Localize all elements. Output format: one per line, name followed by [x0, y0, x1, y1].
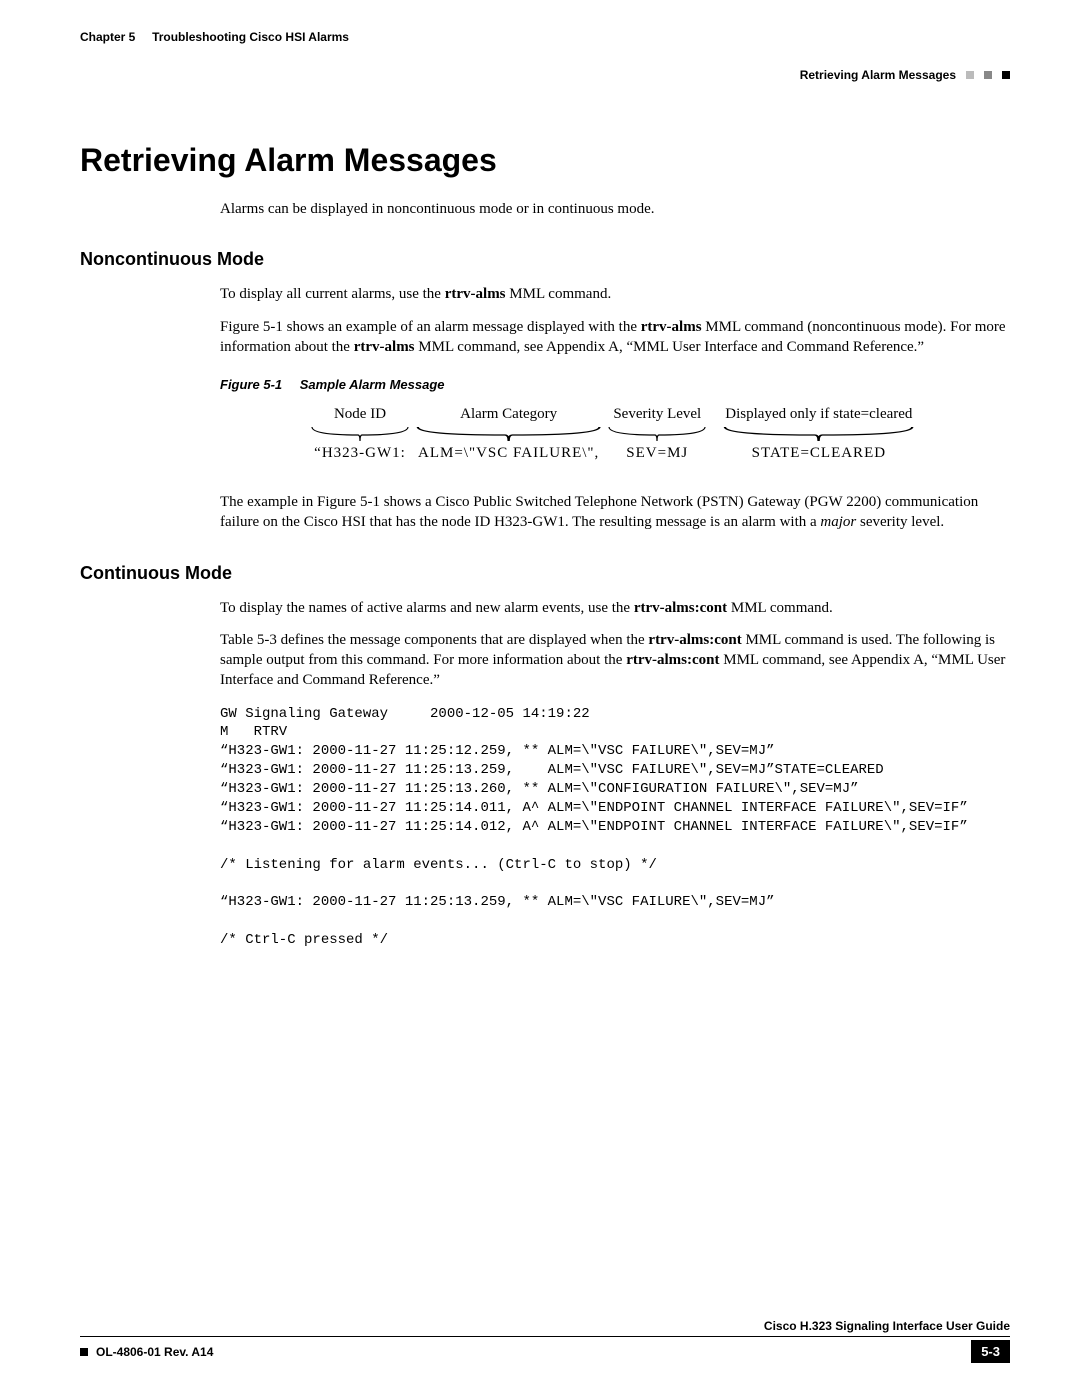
noncont-p2-a: Figure 5-1 shows an example of an alarm … [220, 319, 641, 335]
page-title: Retrieving Alarm Messages [80, 142, 1010, 179]
noncont-p1-bold: rtrv-alms [445, 286, 506, 302]
cont-p2-d: rtrv-alms:cont [626, 652, 719, 668]
heading-continuous: Continuous Mode [80, 563, 1010, 584]
cont-p1: To display the names of active alarms an… [220, 598, 1010, 618]
fig-val-cat: ALM=\"VSC FAILURE\", [414, 443, 603, 462]
chapter-label: Chapter 5 [80, 30, 135, 44]
fig-val-sev: SEV=MJ [607, 443, 707, 462]
footer-decor-square [80, 1348, 88, 1356]
noncont-p2-b: rtrv-alms [641, 319, 702, 335]
figure-title: Sample Alarm Message [300, 377, 445, 392]
cont-p1-c: MML command. [727, 600, 833, 616]
header-decor-square-2 [984, 71, 992, 79]
footer-rule [80, 1336, 1010, 1337]
fig-label-node: Node ID [310, 406, 410, 425]
noncont-p3-c: severity level. [856, 514, 944, 530]
footer-docnum: OL-4806-01 Rev. A14 [96, 1345, 213, 1359]
fig-val-node: “H323-GW1: [310, 443, 410, 462]
noncont-p3: The example in Figure 5-1 shows a Cisco … [220, 492, 1010, 533]
noncont-p1-pre: To display all current alarms, use the [220, 286, 445, 302]
running-head-left: Chapter 5 Troubleshooting Cisco HSI Alar… [80, 30, 349, 44]
header-decor-square-1 [966, 71, 974, 79]
noncont-p2-e: MML command, see Appendix A, “MML User I… [415, 339, 925, 355]
noncont-p1-post: MML command. [506, 286, 612, 302]
cont-p1-b: rtrv-alms:cont [634, 600, 727, 616]
fig-label-sev: Severity Level [607, 406, 707, 425]
header-decor-square-3 [1002, 71, 1010, 79]
fig-label-state: Displayed only if state=cleared [721, 406, 916, 425]
fig-label-cat: Alarm Category [414, 406, 603, 425]
cont-p1-a: To display the names of active alarms an… [220, 600, 634, 616]
brace-icon [721, 425, 916, 443]
noncont-p2-d: rtrv-alms [354, 339, 415, 355]
cont-p2-b: rtrv-alms:cont [648, 632, 741, 648]
brace-icon [310, 425, 410, 443]
section-right: Retrieving Alarm Messages [800, 68, 956, 82]
chapter-title: Troubleshooting Cisco HSI Alarms [152, 30, 349, 44]
figure-number: Figure 5-1 [220, 377, 282, 392]
footer-left: OL-4806-01 Rev. A14 [80, 1345, 213, 1359]
footer: Cisco H.323 Signaling Interface User Gui… [80, 1319, 1010, 1363]
brace-icon [607, 425, 707, 443]
fig-val-state: STATE=CLEARED [721, 443, 916, 462]
code-sample: GW Signaling Gateway 2000-12-05 14:19:22… [220, 705, 1010, 951]
heading-noncontinuous: Noncontinuous Mode [80, 249, 1010, 270]
page-number-badge: 5-3 [971, 1340, 1010, 1363]
cont-p2-a: Table 5-3 defines the message components… [220, 632, 648, 648]
figure-caption: Figure 5-1 Sample Alarm Message [220, 377, 1010, 392]
cont-p2: Table 5-3 defines the message components… [220, 630, 1010, 691]
running-head-right: Retrieving Alarm Messages [80, 68, 1010, 82]
figure-body: Node ID “H323-GW1: Alarm Category ALM=\"… [310, 406, 1010, 462]
noncont-p3-b: major [820, 514, 856, 530]
intro-paragraph: Alarms can be displayed in noncontinuous… [220, 199, 1010, 219]
footer-guide-title: Cisco H.323 Signaling Interface User Gui… [80, 1319, 1010, 1333]
running-head: Chapter 5 Troubleshooting Cisco HSI Alar… [80, 30, 1010, 44]
brace-icon [414, 425, 603, 443]
noncont-p2: Figure 5-1 shows an example of an alarm … [220, 317, 1010, 358]
noncont-p1: To display all current alarms, use the r… [220, 284, 1010, 304]
